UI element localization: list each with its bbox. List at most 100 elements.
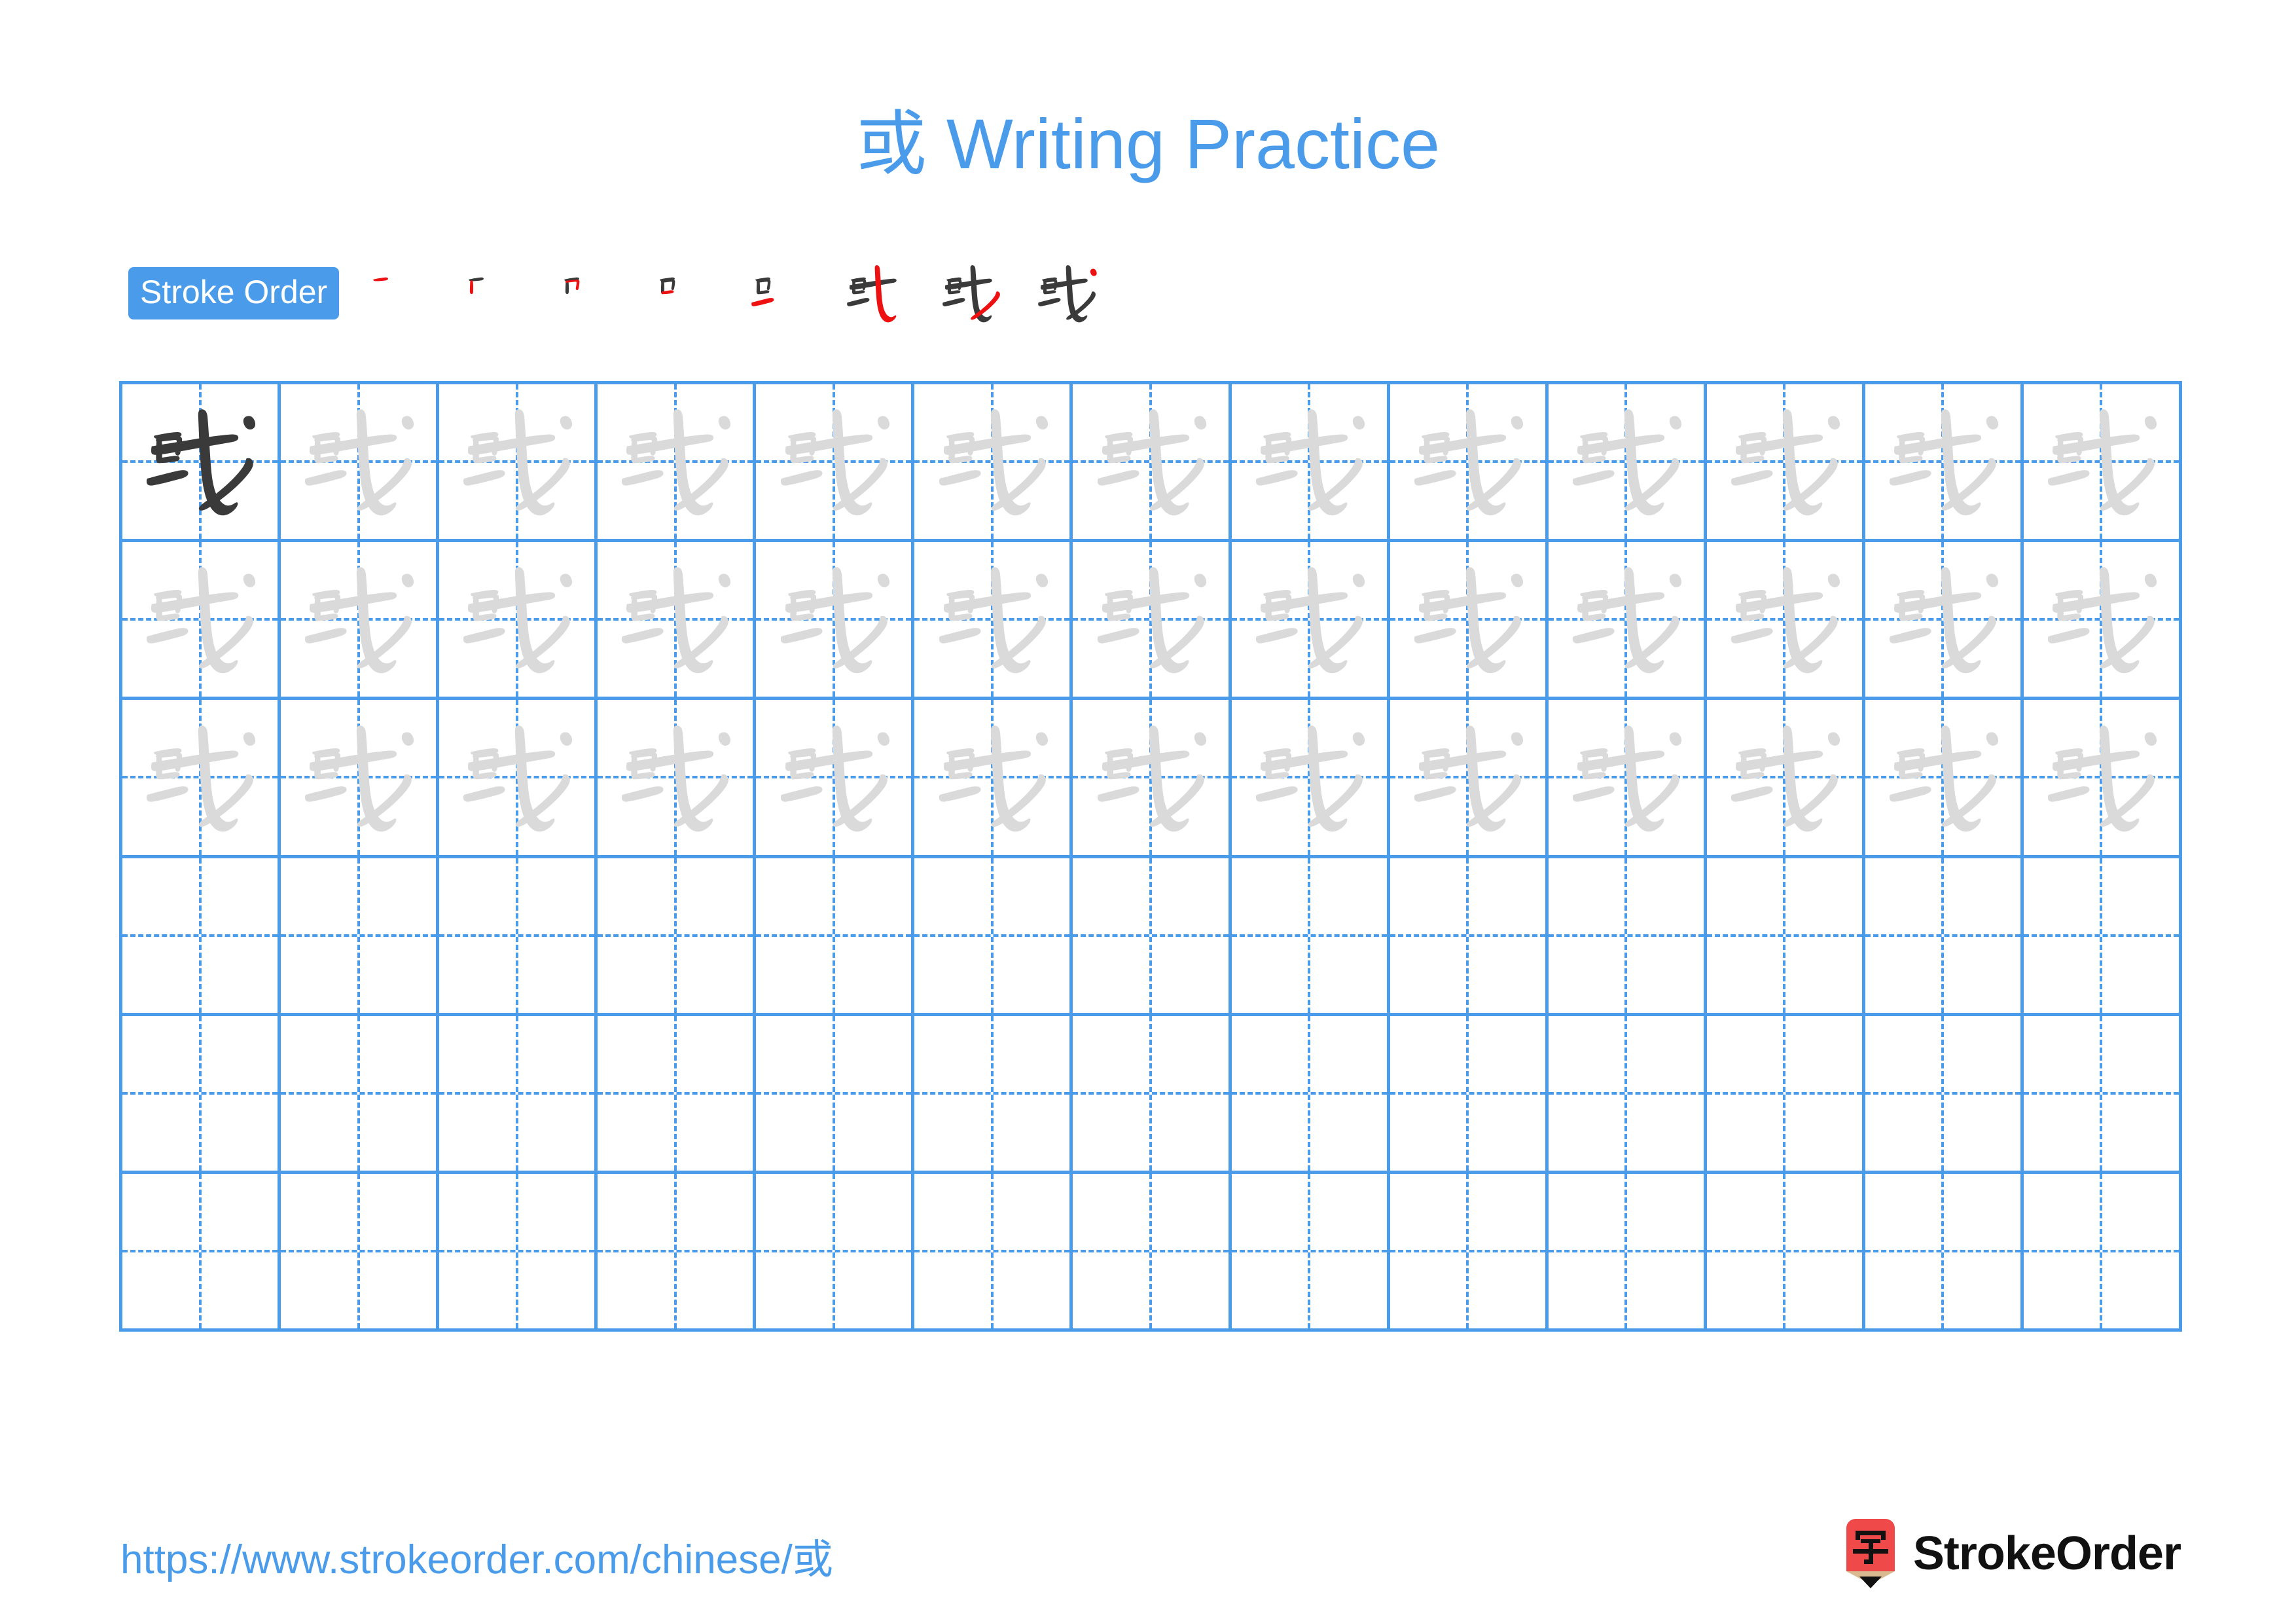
character-glyph — [2048, 409, 2157, 516]
practice-cell-empty[interactable] — [1231, 1015, 1390, 1174]
trace-character — [1865, 542, 2020, 697]
practice-cell-trace[interactable] — [1548, 700, 1707, 858]
practice-cell-trace[interactable] — [1706, 700, 1865, 858]
footer-url[interactable]: https://www.strokeorder.com/chinese/或 — [120, 1534, 833, 1586]
trace-character — [2024, 542, 2179, 697]
trace-character — [756, 542, 911, 697]
practice-cell-empty[interactable] — [1073, 1015, 1232, 1174]
practice-cell-trace[interactable] — [281, 700, 440, 858]
practice-cell-trace[interactable] — [1865, 542, 2024, 701]
practice-cell-trace[interactable] — [439, 542, 598, 701]
practice-cell-empty[interactable] — [1390, 858, 1549, 1016]
practice-cell-empty[interactable] — [1231, 1173, 1390, 1332]
practice-cell-trace[interactable] — [1231, 700, 1390, 858]
practice-cell-trace[interactable] — [756, 384, 915, 543]
practice-cell-empty[interactable] — [1390, 1173, 1549, 1332]
practice-cell-trace[interactable] — [914, 542, 1073, 701]
character-glyph — [373, 277, 389, 282]
practice-cell-empty[interactable] — [1548, 1173, 1707, 1332]
practice-cell-empty[interactable] — [1706, 1173, 1865, 1332]
practice-cell-empty[interactable] — [1865, 1173, 2024, 1332]
practice-cell-trace[interactable] — [1706, 384, 1865, 543]
practice-cell-empty[interactable] — [914, 1173, 1073, 1332]
practice-cell-empty[interactable] — [1548, 1015, 1707, 1174]
practice-cell-trace[interactable] — [1073, 542, 1232, 701]
practice-cell-empty[interactable] — [2023, 1015, 2183, 1174]
practice-cell-empty[interactable] — [439, 1015, 598, 1174]
character-glyph — [1255, 567, 1365, 674]
stroke-step-1 — [361, 257, 435, 330]
practice-cell-trace[interactable] — [1390, 542, 1549, 701]
practice-cell-trace[interactable] — [1231, 542, 1390, 701]
trace-character — [1390, 700, 1545, 854]
trace-character — [1073, 542, 1228, 697]
practice-cell-empty[interactable] — [122, 1015, 281, 1174]
practice-cell-empty[interactable] — [914, 1015, 1073, 1174]
practice-cell-trace[interactable] — [1865, 700, 2024, 858]
character-glyph — [1572, 567, 1682, 674]
practice-cell-trace[interactable] — [1548, 384, 1707, 543]
practice-cell-empty[interactable] — [122, 858, 281, 1016]
practice-cell-empty[interactable] — [1231, 858, 1390, 1016]
practice-cell-trace[interactable] — [1073, 700, 1232, 858]
practice-cell-trace[interactable] — [281, 542, 440, 701]
practice-cell-trace[interactable] — [2023, 700, 2183, 858]
practice-cell-empty[interactable] — [1073, 1173, 1232, 1332]
trace-character — [281, 384, 436, 539]
practice-cell-model[interactable] — [122, 384, 281, 543]
trace-character — [122, 542, 278, 697]
practice-row — [122, 542, 2183, 701]
practice-cell-trace[interactable] — [1865, 384, 2024, 543]
practice-cell-empty[interactable] — [281, 1015, 440, 1174]
character-glyph — [1890, 567, 1999, 674]
practice-cell-empty[interactable] — [122, 1173, 281, 1332]
practice-cell-empty[interactable] — [598, 858, 757, 1016]
practice-cell-empty[interactable] — [756, 858, 915, 1016]
practice-cell-trace[interactable] — [122, 700, 281, 858]
practice-cell-empty[interactable] — [756, 1015, 915, 1174]
practice-cell-empty[interactable] — [756, 1173, 915, 1332]
practice-cell-trace[interactable] — [756, 542, 915, 701]
practice-cell-empty[interactable] — [1865, 858, 2024, 1016]
practice-cell-trace[interactable] — [914, 700, 1073, 858]
practice-cell-trace[interactable] — [756, 700, 915, 858]
practice-cell-trace[interactable] — [1390, 384, 1549, 543]
stroke-order-sequence — [361, 257, 1126, 330]
practice-cell-trace[interactable] — [439, 384, 598, 543]
practice-cell-empty[interactable] — [1548, 858, 1707, 1016]
character-glyph — [2048, 725, 2157, 831]
practice-cell-empty[interactable] — [598, 1173, 757, 1332]
practice-cell-trace[interactable] — [1390, 700, 1549, 858]
practice-cell-empty[interactable] — [2023, 1173, 2183, 1332]
strokeorder-logo-icon — [1846, 1519, 1895, 1588]
practice-cell-trace[interactable] — [1073, 384, 1232, 543]
practice-cell-trace[interactable] — [914, 384, 1073, 543]
character-glyph — [147, 409, 256, 516]
practice-cell-empty[interactable] — [281, 1173, 440, 1332]
practice-cell-trace[interactable] — [439, 700, 598, 858]
practice-cell-empty[interactable] — [914, 858, 1073, 1016]
trace-character — [598, 384, 753, 539]
character-glyph — [622, 409, 731, 516]
practice-cell-empty[interactable] — [1706, 1015, 1865, 1174]
character-glyph — [463, 567, 573, 674]
practice-cell-trace[interactable] — [1548, 542, 1707, 701]
practice-cell-trace[interactable] — [122, 542, 281, 701]
practice-cell-empty[interactable] — [281, 858, 440, 1016]
practice-cell-empty[interactable] — [1865, 1015, 2024, 1174]
practice-cell-empty[interactable] — [2023, 858, 2183, 1016]
practice-cell-empty[interactable] — [439, 1173, 598, 1332]
practice-cell-empty[interactable] — [439, 858, 598, 1016]
practice-cell-trace[interactable] — [281, 384, 440, 543]
practice-cell-empty[interactable] — [1390, 1015, 1549, 1174]
practice-cell-trace[interactable] — [2023, 542, 2183, 701]
practice-cell-empty[interactable] — [1706, 858, 1865, 1016]
practice-cell-trace[interactable] — [598, 384, 757, 543]
practice-cell-trace[interactable] — [1231, 384, 1390, 543]
practice-cell-empty[interactable] — [598, 1015, 757, 1174]
practice-cell-trace[interactable] — [2023, 384, 2183, 543]
practice-cell-trace[interactable] — [598, 542, 757, 701]
practice-cell-empty[interactable] — [1073, 858, 1232, 1016]
practice-cell-trace[interactable] — [598, 700, 757, 858]
practice-cell-trace[interactable] — [1706, 542, 1865, 701]
